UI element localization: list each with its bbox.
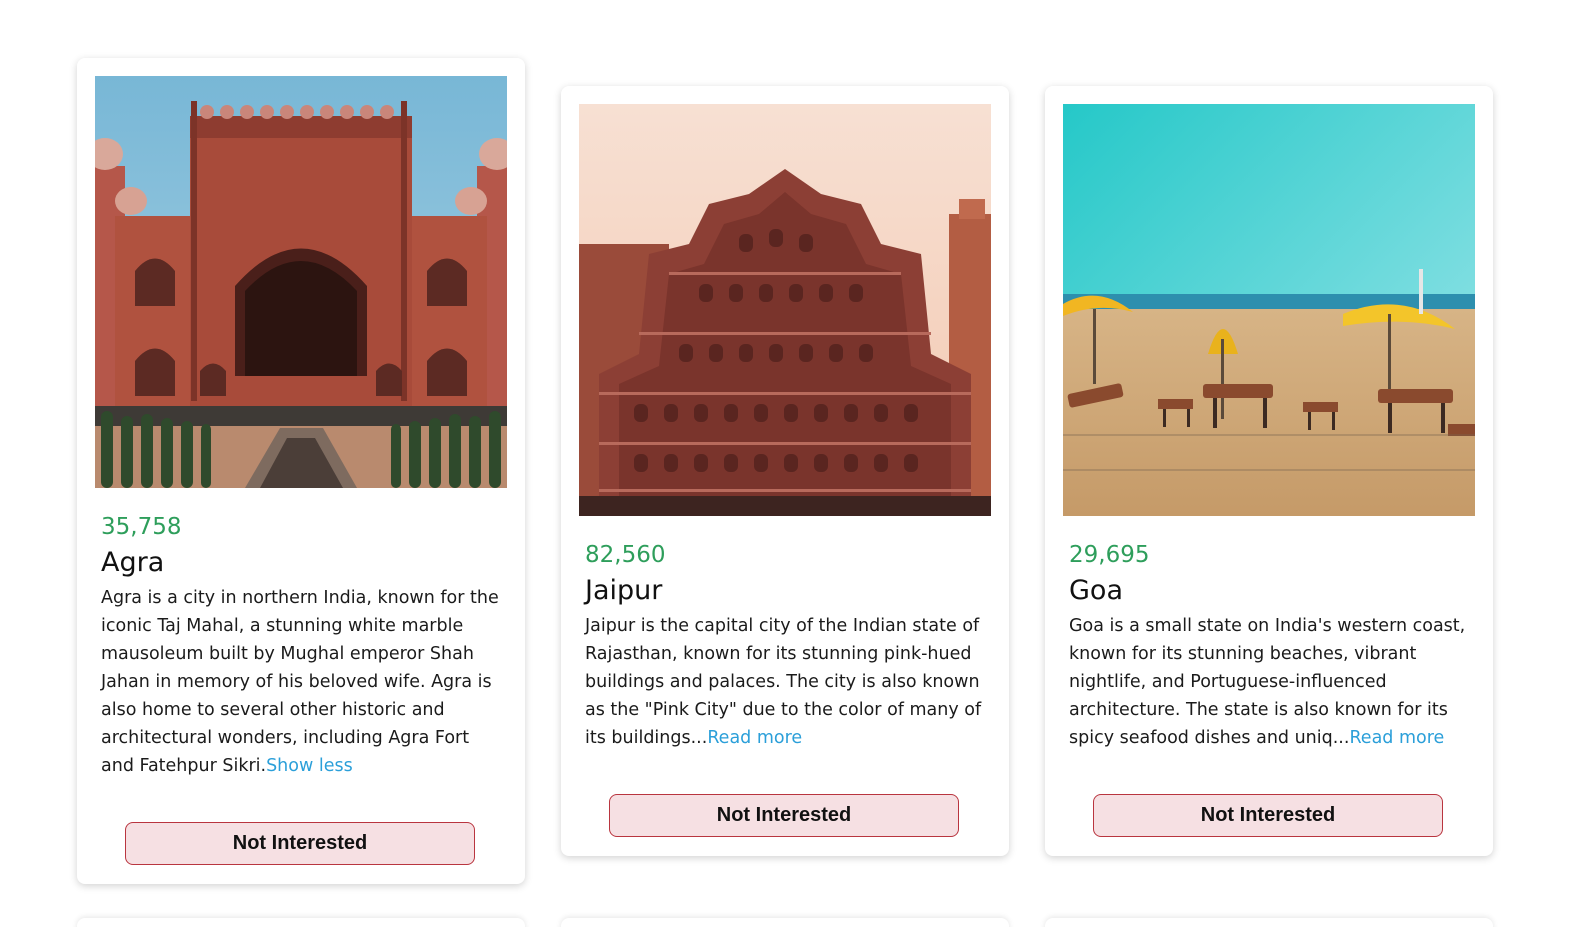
tour-card-partial xyxy=(77,918,525,927)
tour-card-goa: 29,695 Goa Goa is a small state on India… xyxy=(1045,86,1493,856)
tour-info: Jaipur is the capital city of the Indian… xyxy=(585,612,989,752)
tour-name: Goa xyxy=(1069,575,1123,606)
tour-card-jaipur: 82,560 Jaipur Jaipur is the capital city… xyxy=(561,86,1009,856)
tour-price: 35,758 xyxy=(101,514,182,540)
tour-price: 29,695 xyxy=(1069,542,1150,568)
tours-grid: 35,758 Agra Agra is a city in northern I… xyxy=(0,0,1573,927)
tour-info: Agra is a city in northern India, known … xyxy=(101,584,505,780)
tour-card-partial xyxy=(561,918,1009,927)
tour-name: Agra xyxy=(101,547,165,578)
tour-info-text: Agra is a city in northern India, known … xyxy=(101,588,499,776)
read-more-link[interactable]: Read more xyxy=(707,728,802,748)
tour-image-jaipur xyxy=(579,104,991,516)
not-interested-button[interactable]: Not Interested xyxy=(1093,794,1443,837)
tour-image-goa xyxy=(1063,104,1475,516)
tour-price: 82,560 xyxy=(585,542,666,568)
tour-name: Jaipur xyxy=(585,575,663,606)
not-interested-button[interactable]: Not Interested xyxy=(125,822,475,865)
tour-card-partial xyxy=(1045,918,1493,927)
tour-card-agra: 35,758 Agra Agra is a city in northern I… xyxy=(77,58,525,884)
tour-image-agra xyxy=(95,76,507,488)
read-more-link[interactable]: Read more xyxy=(1349,728,1444,748)
not-interested-button[interactable]: Not Interested xyxy=(609,794,959,837)
show-less-link[interactable]: Show less xyxy=(266,756,353,776)
tour-info: Goa is a small state on India's western … xyxy=(1069,612,1473,752)
